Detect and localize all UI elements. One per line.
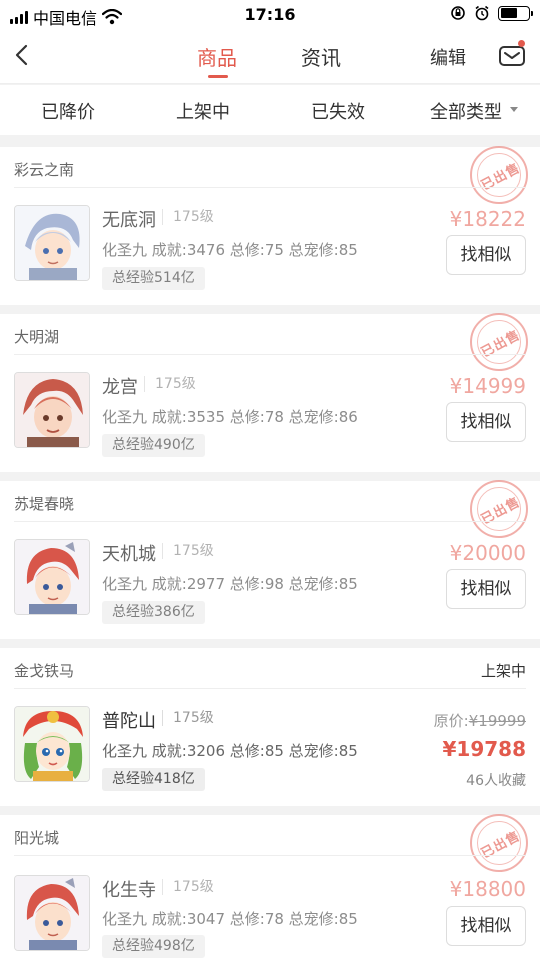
- item-card[interactable]: 阳光城 已出售 化生寺 175级 化圣九 成就:3047 总修:78 总宠修:8…: [0, 814, 540, 960]
- level-label: 175级: [162, 543, 214, 559]
- server-region: 阳光城: [14, 829, 60, 847]
- tab-news[interactable]: 资讯: [301, 42, 341, 71]
- level-label: 175级: [162, 879, 214, 895]
- sold-stamp-icon: 已出售: [470, 313, 528, 371]
- price-label: ¥19788: [442, 737, 527, 761]
- filter-bar: 已降价 上架中 已失效 全部类型: [0, 85, 540, 135]
- original-price-value: ¥19999: [468, 712, 526, 730]
- level-label: 175级: [144, 376, 196, 392]
- character-avatar: [14, 706, 90, 782]
- character-avatar: [14, 875, 90, 951]
- back-icon[interactable]: [8, 40, 38, 70]
- stats-text: 化圣九 成就:3047 总修:78 总宠修:85: [102, 910, 358, 928]
- level-label: 175级: [162, 209, 214, 225]
- character-avatar: [14, 539, 90, 615]
- price-label: ¥18800: [449, 877, 526, 901]
- server-region: 彩云之南: [14, 161, 75, 179]
- sold-stamp-icon: 已出售: [470, 480, 528, 538]
- school-name: 化生寺: [102, 880, 156, 901]
- exp-badge: 总经验514亿: [102, 267, 205, 290]
- nav-bar: 商品 资讯 编辑: [0, 30, 540, 84]
- price-label: ¥14999: [449, 374, 526, 398]
- find-similar-button[interactable]: 找相似: [446, 569, 526, 609]
- server-region: 苏堤春晓: [14, 495, 75, 513]
- original-price: 原价:¥19999: [434, 710, 526, 731]
- price-label: ¥18222: [449, 207, 526, 231]
- find-similar-button[interactable]: 找相似: [446, 906, 526, 946]
- item-card[interactable]: 彩云之南 已出售 无底洞 175级 化圣九 成就:3476 总修:75 总宠修:…: [0, 146, 540, 305]
- favorites-count: 46人收藏: [466, 773, 526, 789]
- find-similar-button[interactable]: 找相似: [446, 402, 526, 442]
- chevron-down-icon[interactable]: [510, 107, 518, 112]
- filter-price-dropped[interactable]: 已降价: [41, 98, 95, 124]
- listing-status: 上架中: [480, 662, 526, 680]
- sold-stamp-icon: 已出售: [470, 146, 528, 204]
- divider: [14, 521, 526, 522]
- find-similar-button[interactable]: 找相似: [446, 235, 526, 275]
- exp-badge: 总经验418亿: [102, 768, 205, 791]
- price-label: ¥20000: [449, 541, 526, 565]
- server-region: 金戈铁马: [14, 662, 75, 680]
- original-price-label: 原价:: [433, 712, 469, 730]
- school-name: 普陀山: [102, 711, 156, 732]
- divider: [14, 855, 526, 856]
- status-bar: 中国电信 17:16: [0, 0, 540, 30]
- battery-icon: [498, 5, 533, 21]
- school-name: 龙宫: [102, 377, 138, 398]
- item-card[interactable]: 金戈铁马 上架中 普陀山 175级 化圣九 成就:3206 总修:85 总宠修:…: [0, 648, 540, 806]
- stats-text: 化圣九 成就:3206 总修:85 总宠修:85: [102, 742, 358, 760]
- character-avatar: [14, 372, 90, 448]
- exp-badge: 总经验498亿: [102, 935, 205, 958]
- filter-expired[interactable]: 已失效: [311, 98, 365, 124]
- stats-text: 化圣九 成就:2977 总修:98 总宠修:85: [102, 575, 358, 593]
- unread-dot: [518, 40, 525, 47]
- exp-badge: 总经验386亿: [102, 601, 205, 624]
- divider: [14, 688, 526, 689]
- server-region: 大明湖: [14, 328, 60, 346]
- divider: [14, 187, 526, 188]
- stats-text: 化圣九 成就:3476 总修:75 总宠修:85: [102, 241, 358, 259]
- item-card[interactable]: 大明湖 已出售 龙宫 175级 化圣九 成就:3535 总修:78 总宠修:86…: [0, 313, 540, 472]
- active-tab-indicator: [208, 75, 228, 78]
- stats-text: 化圣九 成就:3535 总修:78 总宠修:86: [102, 408, 358, 426]
- orientation-lock-icon: [451, 6, 465, 20]
- character-avatar: [14, 205, 90, 281]
- filter-all-types[interactable]: 全部类型: [430, 98, 502, 124]
- alarm-icon: [475, 5, 489, 21]
- school-name: 无底洞: [102, 210, 156, 231]
- tab-goods[interactable]: 商品: [197, 42, 237, 71]
- divider: [14, 354, 526, 355]
- school-name: 天机城: [102, 544, 156, 565]
- filter-listed[interactable]: 上架中: [176, 98, 230, 124]
- sold-stamp-icon: 已出售: [470, 814, 528, 872]
- exp-badge: 总经验490亿: [102, 434, 205, 457]
- level-label: 175级: [162, 710, 214, 726]
- edit-button[interactable]: 编辑: [430, 44, 466, 70]
- item-card[interactable]: 苏堤春晓 已出售 天机城 175级 化圣九 成就:2977 总修:98 总宠修:…: [0, 480, 540, 639]
